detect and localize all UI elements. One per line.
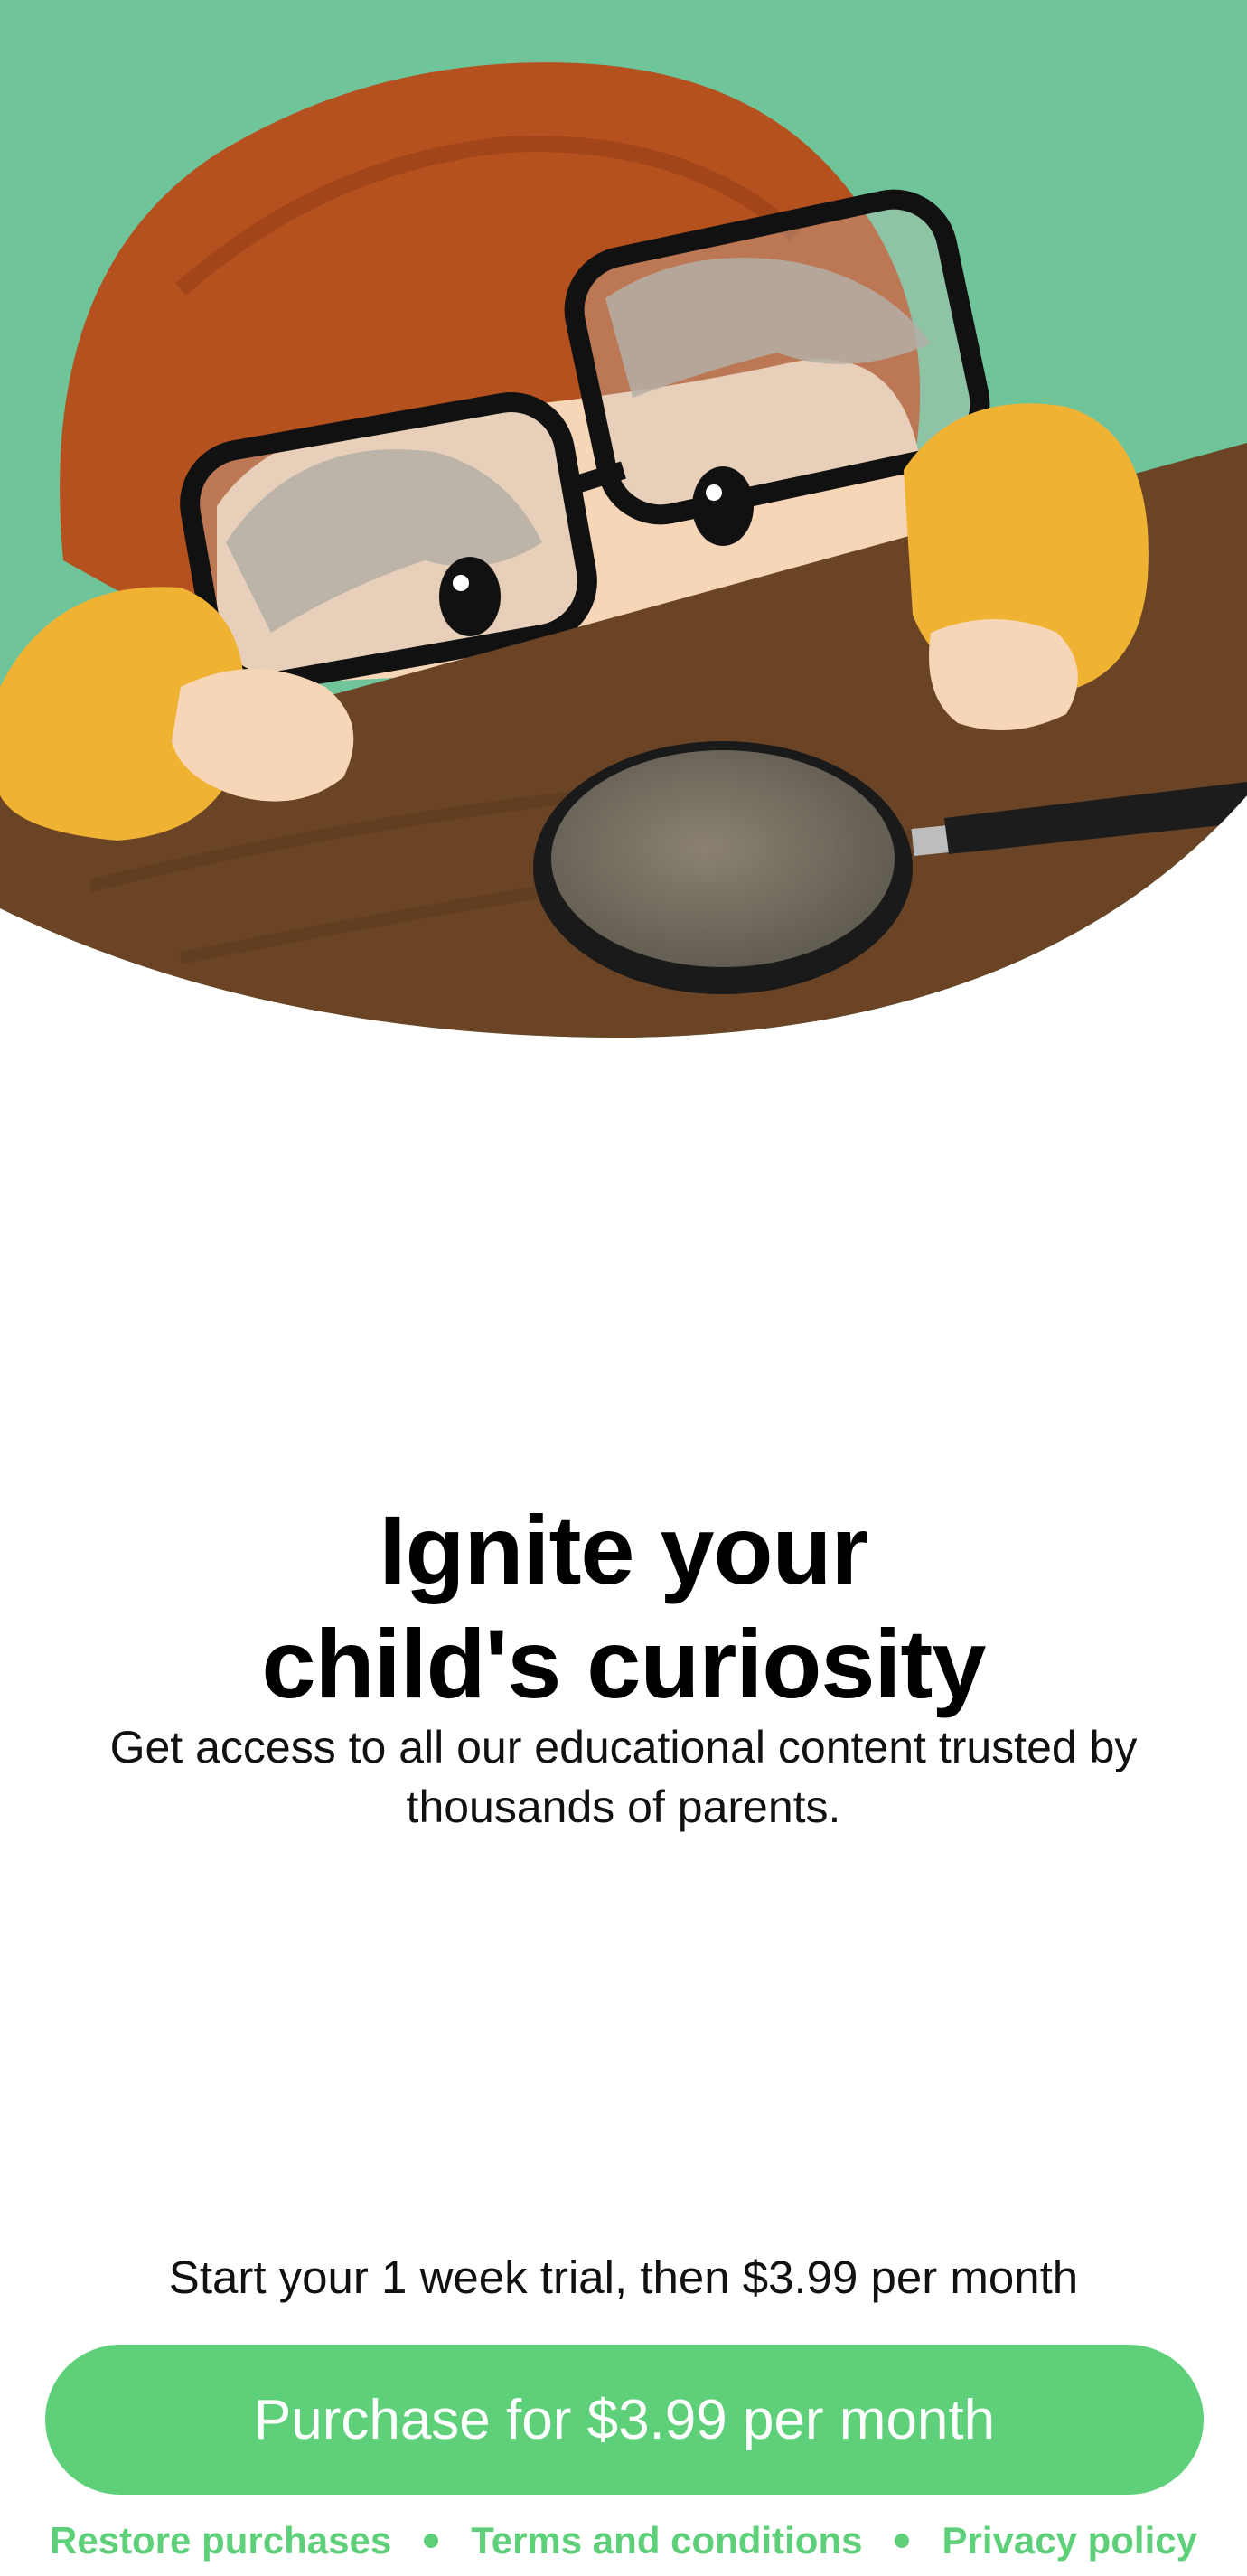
separator-dot <box>424 2534 439 2548</box>
child-with-magnifier-illustration <box>0 0 1247 1039</box>
trial-text: Start your 1 week trial, then $3.99 per … <box>168 2252 1079 2303</box>
privacy-policy-link[interactable]: Privacy policy <box>942 2519 1197 2562</box>
subtitle: Get access to all our educational conten… <box>109 1722 1138 1832</box>
magnifying-glass-lens <box>551 750 895 967</box>
purchase-button[interactable]: Purchase for $3.99 per month <box>45 2345 1204 2495</box>
footer-links: Restore purchases Terms and conditions P… <box>0 2511 1247 2571</box>
right-hand <box>929 619 1078 730</box>
headline: Ignite your child's curiosity <box>0 1493 1247 1721</box>
hero-illustration <box>0 0 1247 1039</box>
terms-and-conditions-link[interactable]: Terms and conditions <box>471 2519 862 2562</box>
separator-dot <box>895 2534 910 2548</box>
headline-line-1: Ignite your <box>379 1495 868 1605</box>
headline-line-2: child's curiosity <box>261 1609 987 1719</box>
restore-purchases-link[interactable]: Restore purchases <box>50 2519 391 2562</box>
